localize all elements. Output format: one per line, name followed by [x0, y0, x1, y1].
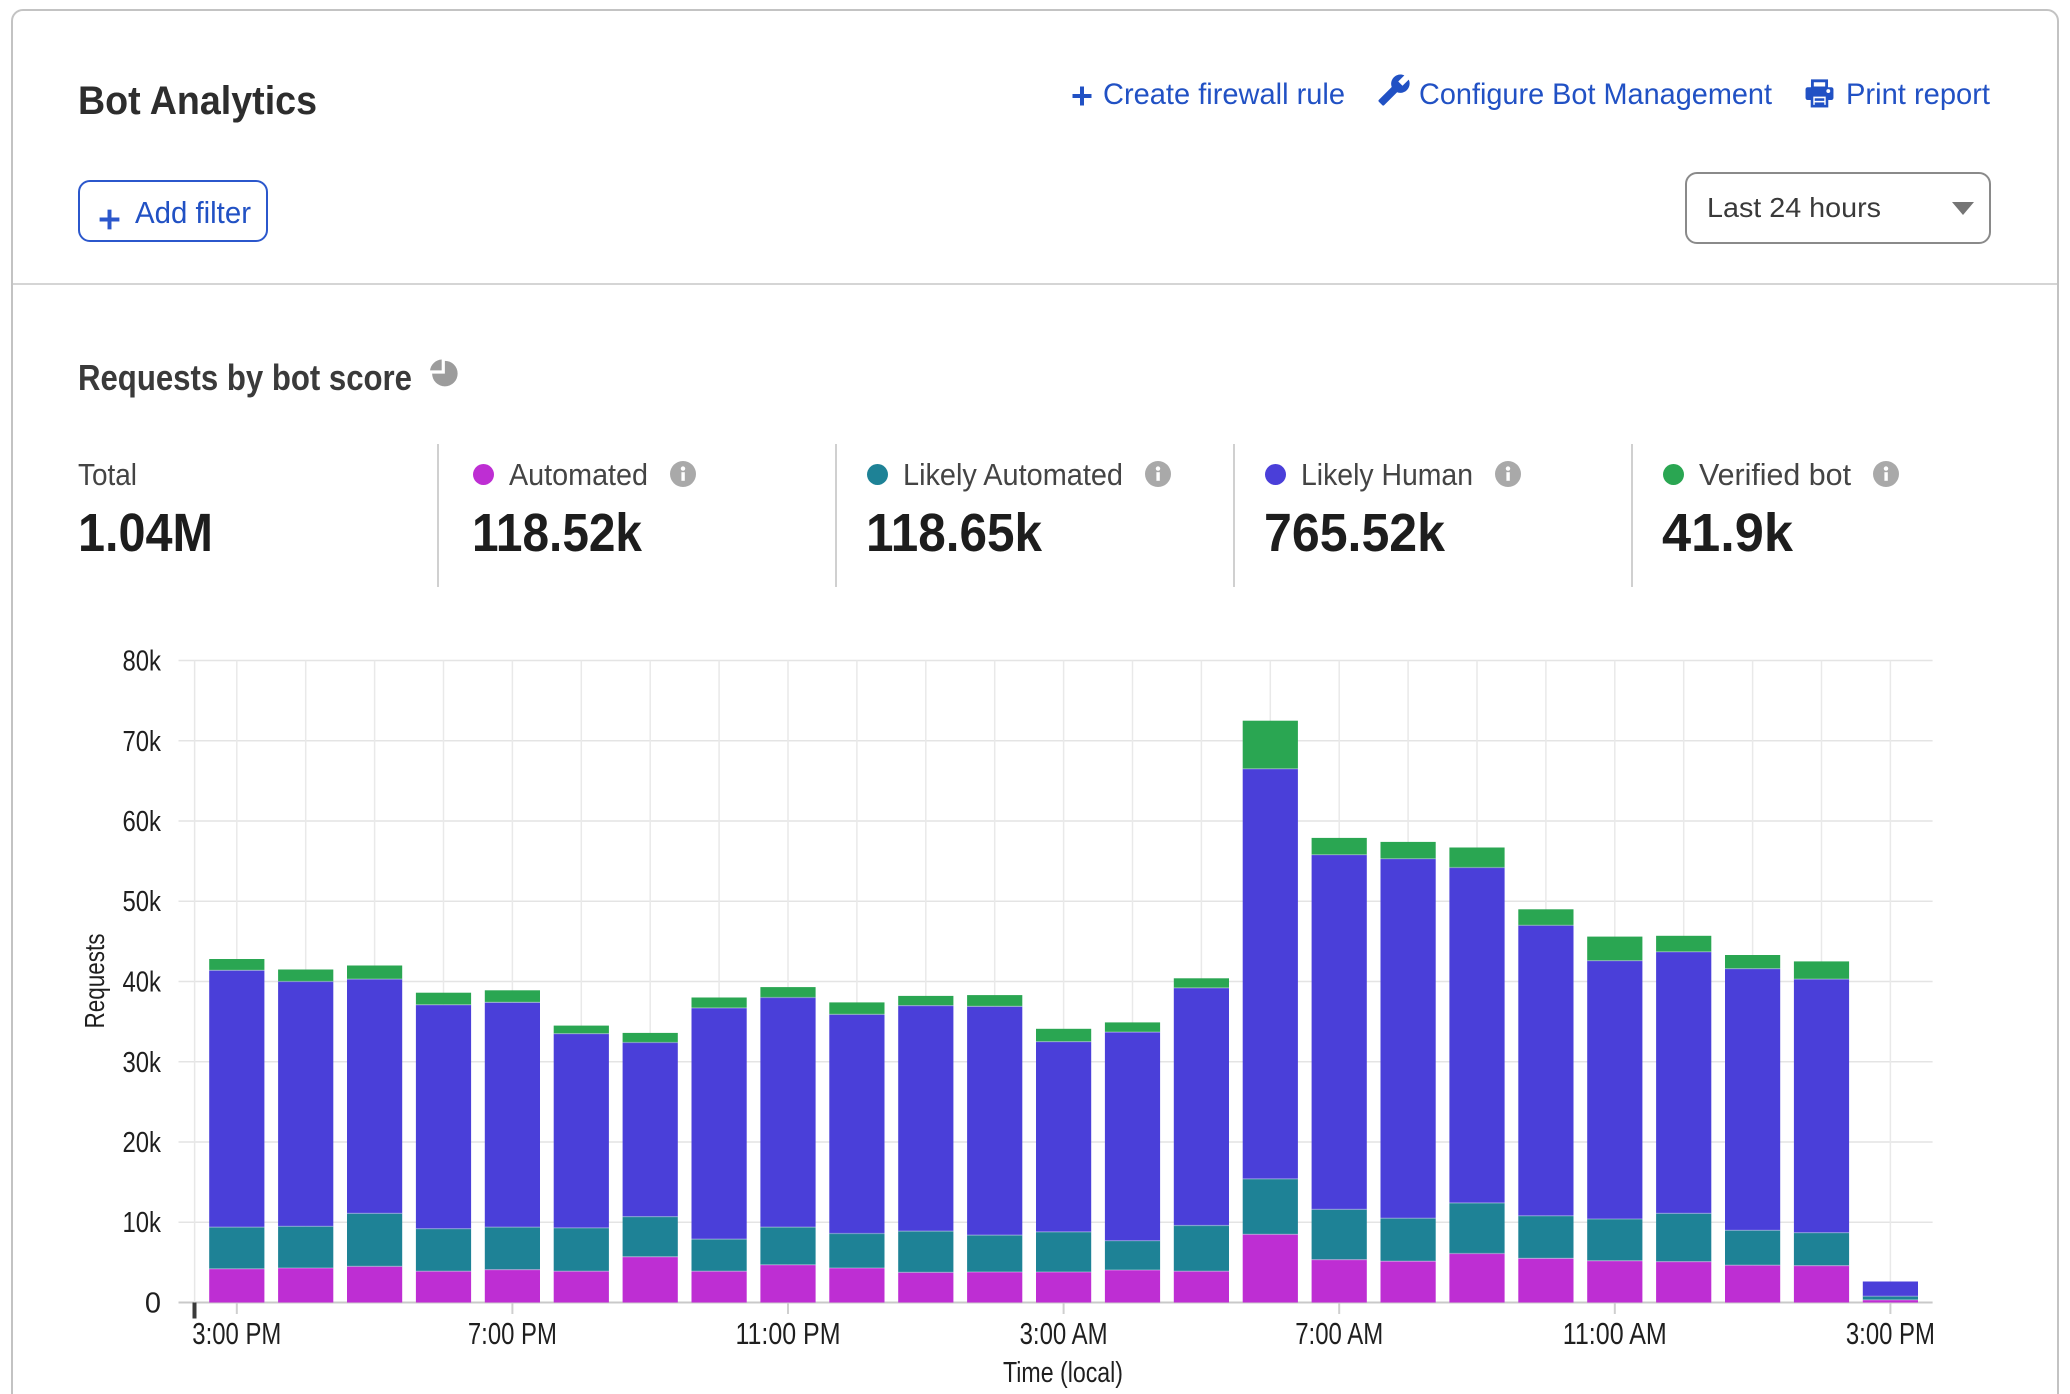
svg-text:40k: 40k	[123, 967, 162, 999]
svg-text:70k: 70k	[123, 726, 162, 758]
svg-text:7:00 AM: 7:00 AM	[1295, 1316, 1383, 1351]
svg-text:Time (local): Time (local)	[1003, 1357, 1123, 1389]
svg-text:11:00 PM: 11:00 PM	[736, 1316, 841, 1351]
svg-text:60k: 60k	[123, 806, 162, 838]
svg-text:11:00 AM: 11:00 AM	[1563, 1316, 1667, 1351]
svg-text:7:00 PM: 7:00 PM	[468, 1316, 557, 1351]
svg-text:3:00 PM: 3:00 PM	[192, 1316, 281, 1351]
svg-text:3:00 PM: 3:00 PM	[1846, 1316, 1935, 1351]
svg-text:30k: 30k	[123, 1047, 162, 1079]
svg-text:3:00 AM: 3:00 AM	[1020, 1316, 1108, 1351]
svg-text:80k: 80k	[123, 646, 162, 678]
svg-text:10k: 10k	[123, 1207, 162, 1239]
svg-text:Requests: Requests	[79, 934, 110, 1029]
svg-text:50k: 50k	[123, 886, 162, 918]
svg-text:0: 0	[145, 1288, 161, 1320]
svg-text:20k: 20k	[123, 1127, 162, 1159]
